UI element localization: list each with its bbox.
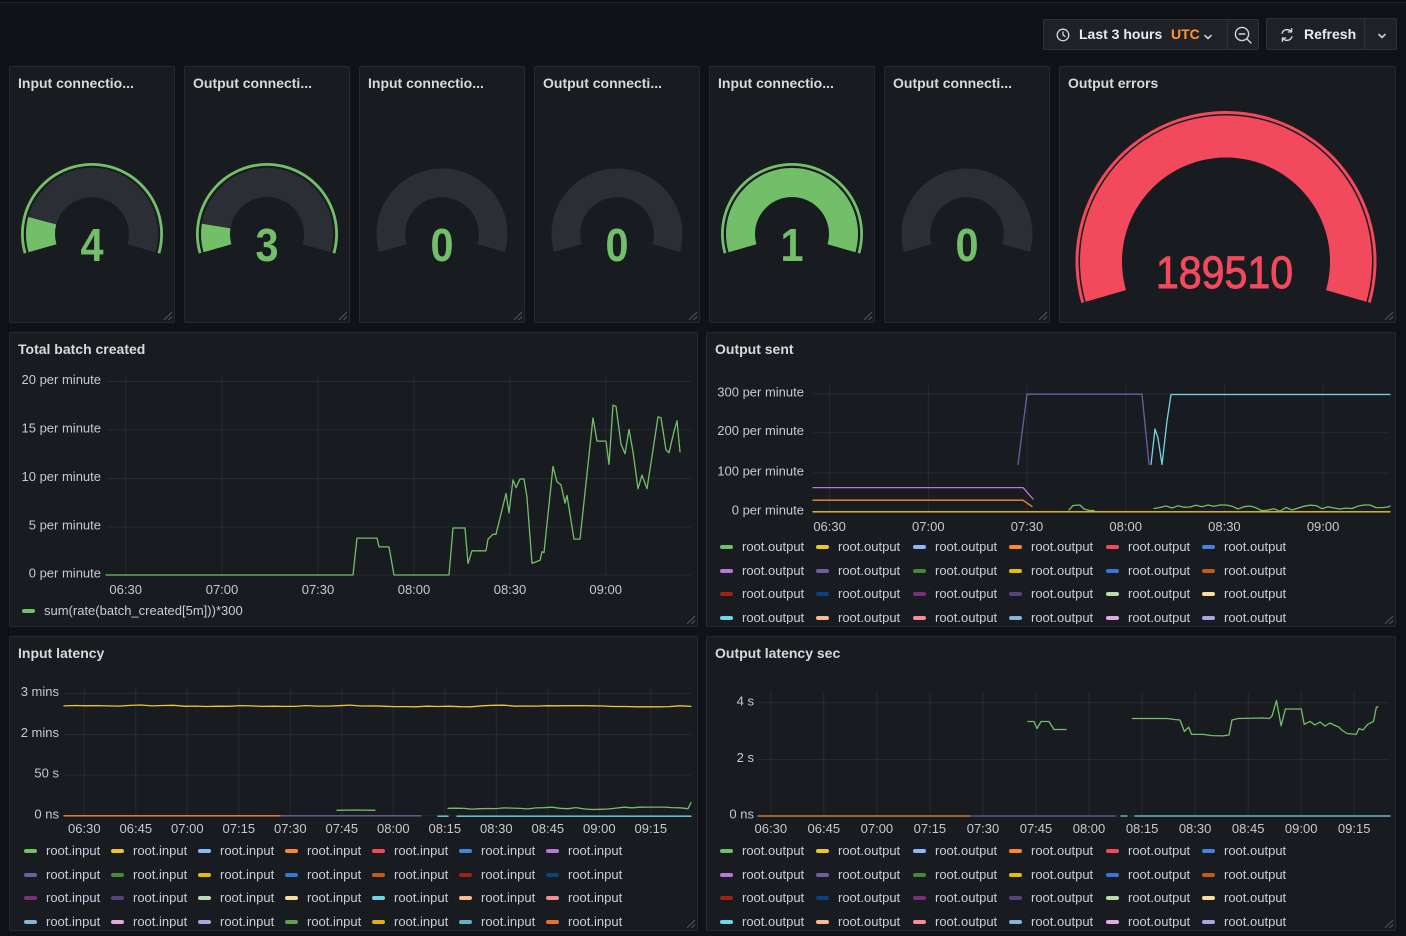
- svg-text:200 per minute: 200 per minute: [717, 423, 804, 438]
- svg-text:0: 0: [955, 220, 978, 272]
- svg-text:07:00: 07:00: [861, 821, 894, 836]
- svg-text:06:30: 06:30: [109, 582, 142, 597]
- svg-text:08:00: 08:00: [1109, 519, 1142, 534]
- svg-text:2 s: 2 s: [737, 750, 755, 765]
- svg-text:08:30: 08:30: [1179, 821, 1212, 836]
- svg-text:5 per minute: 5 per minute: [29, 518, 101, 533]
- svg-text:300 per minute: 300 per minute: [717, 384, 804, 399]
- svg-text:0 per minute: 0 per minute: [732, 503, 804, 518]
- svg-text:3: 3: [255, 220, 278, 272]
- svg-text:07:00: 07:00: [912, 519, 945, 534]
- svg-text:09:00: 09:00: [589, 582, 622, 597]
- svg-text:09:00: 09:00: [1307, 519, 1340, 534]
- svg-text:100 per minute: 100 per minute: [717, 464, 804, 479]
- svg-text:07:30: 07:30: [274, 821, 307, 836]
- svg-text:07:00: 07:00: [206, 582, 239, 597]
- svg-text:07:15: 07:15: [914, 821, 947, 836]
- svg-text:189510: 189510: [1156, 248, 1293, 298]
- svg-text:50 s: 50 s: [34, 766, 59, 781]
- svg-text:08:00: 08:00: [1073, 821, 1106, 836]
- svg-text:06:45: 06:45: [808, 821, 841, 836]
- svg-text:08:00: 08:00: [377, 821, 410, 836]
- svg-text:0: 0: [430, 220, 453, 272]
- svg-text:08:15: 08:15: [429, 821, 462, 836]
- svg-text:06:30: 06:30: [68, 821, 101, 836]
- svg-text:10 per minute: 10 per minute: [22, 469, 102, 484]
- svg-text:09:15: 09:15: [1338, 821, 1371, 836]
- svg-text:08:15: 08:15: [1126, 821, 1159, 836]
- svg-text:08:30: 08:30: [1208, 519, 1241, 534]
- svg-text:3 mins: 3 mins: [21, 684, 60, 699]
- svg-text:2 mins: 2 mins: [21, 725, 60, 740]
- svg-text:15 per minute: 15 per minute: [22, 421, 102, 436]
- svg-text:07:30: 07:30: [967, 821, 1000, 836]
- svg-text:06:30: 06:30: [755, 821, 788, 836]
- svg-text:20 per minute: 20 per minute: [22, 372, 102, 387]
- svg-text:0 ns: 0 ns: [729, 807, 754, 822]
- svg-text:09:00: 09:00: [1285, 821, 1318, 836]
- svg-text:08:45: 08:45: [1232, 821, 1265, 836]
- svg-text:07:00: 07:00: [171, 821, 204, 836]
- svg-text:0: 0: [605, 220, 628, 272]
- svg-text:0 ns: 0 ns: [34, 806, 59, 821]
- svg-text:06:30: 06:30: [813, 519, 846, 534]
- svg-text:07:30: 07:30: [1011, 519, 1044, 534]
- svg-text:08:30: 08:30: [494, 582, 527, 597]
- svg-text:06:45: 06:45: [120, 821, 153, 836]
- svg-text:0 per minute: 0 per minute: [29, 566, 101, 581]
- svg-text:09:15: 09:15: [635, 821, 668, 836]
- svg-text:4: 4: [80, 220, 104, 272]
- svg-text:07:45: 07:45: [1020, 821, 1053, 836]
- svg-text:07:15: 07:15: [223, 821, 256, 836]
- svg-text:09:00: 09:00: [583, 821, 616, 836]
- svg-text:08:00: 08:00: [398, 582, 431, 597]
- svg-text:07:45: 07:45: [326, 821, 359, 836]
- svg-text:1: 1: [780, 220, 803, 272]
- svg-text:07:30: 07:30: [302, 582, 335, 597]
- svg-text:08:45: 08:45: [532, 821, 565, 836]
- svg-text:4 s: 4 s: [737, 693, 755, 708]
- svg-text:08:30: 08:30: [480, 821, 513, 836]
